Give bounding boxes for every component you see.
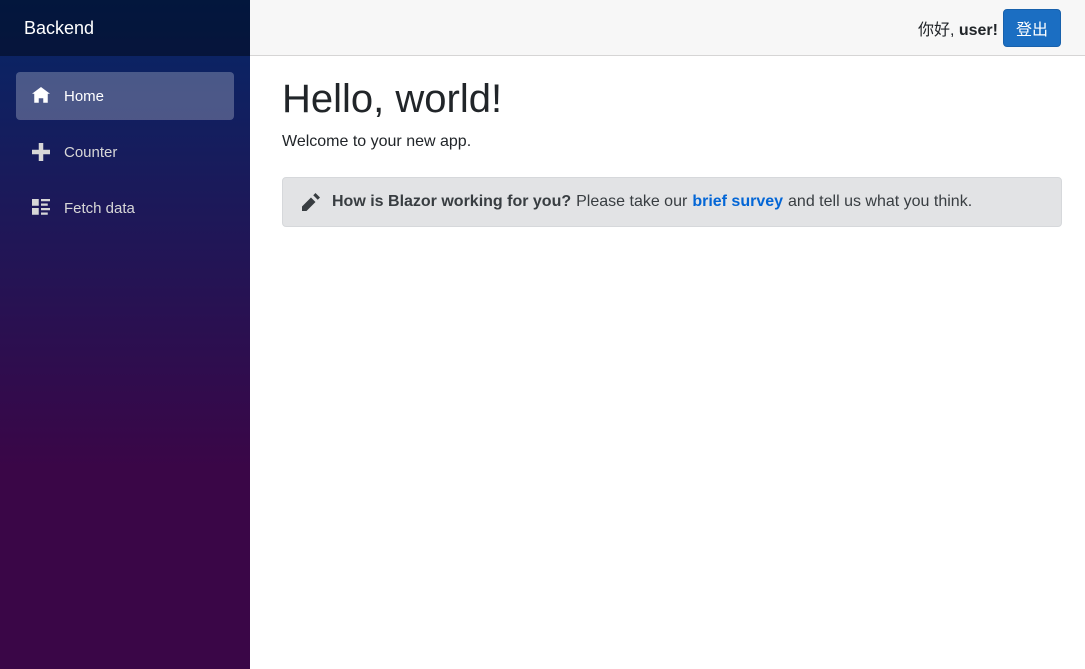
list-rich-icon (31, 198, 51, 218)
greeting-prefix: 你好, (917, 21, 959, 39)
survey-text-after: and tell us what you think. (788, 193, 973, 210)
sidebar-item-label: Counter (64, 143, 118, 161)
sidebar-item-label: Home (64, 87, 105, 105)
survey-link[interactable]: brief survey (692, 193, 783, 211)
survey-question: How is Blazor working for you? (332, 193, 572, 210)
brand-link[interactable]: Backend (24, 18, 94, 39)
survey-prompt: How is Blazor working for you? Please ta… (282, 177, 1062, 227)
sidebar-item-home[interactable]: Home (16, 72, 234, 120)
home-icon (31, 86, 51, 106)
survey-text-before: Please take our (576, 193, 688, 210)
page-title: Hello, world! (282, 77, 503, 121)
user-greeting: 你好, user! (918, 16, 998, 40)
username: user! (958, 21, 998, 39)
page-subtitle: Welcome to your new app. (282, 133, 472, 150)
top-bar: 你好, user! 登出 (250, 0, 1085, 56)
main-content: Hello, world! Welcome to your new app. H… (282, 56, 1062, 227)
brand-bar: Backend (0, 0, 250, 56)
sidebar: Backend Home Counter Fetch data (0, 0, 250, 669)
sidebar-item-label: Fetch data (64, 199, 135, 217)
sidebar-item-counter[interactable]: Counter (16, 128, 234, 176)
sidebar-item-fetch-data[interactable]: Fetch data (16, 184, 234, 232)
pencil-icon (302, 193, 320, 211)
plus-icon (31, 142, 51, 162)
logout-button[interactable]: 登出 (1002, 8, 1061, 47)
nav-menu: Home Counter Fetch data (0, 56, 250, 232)
